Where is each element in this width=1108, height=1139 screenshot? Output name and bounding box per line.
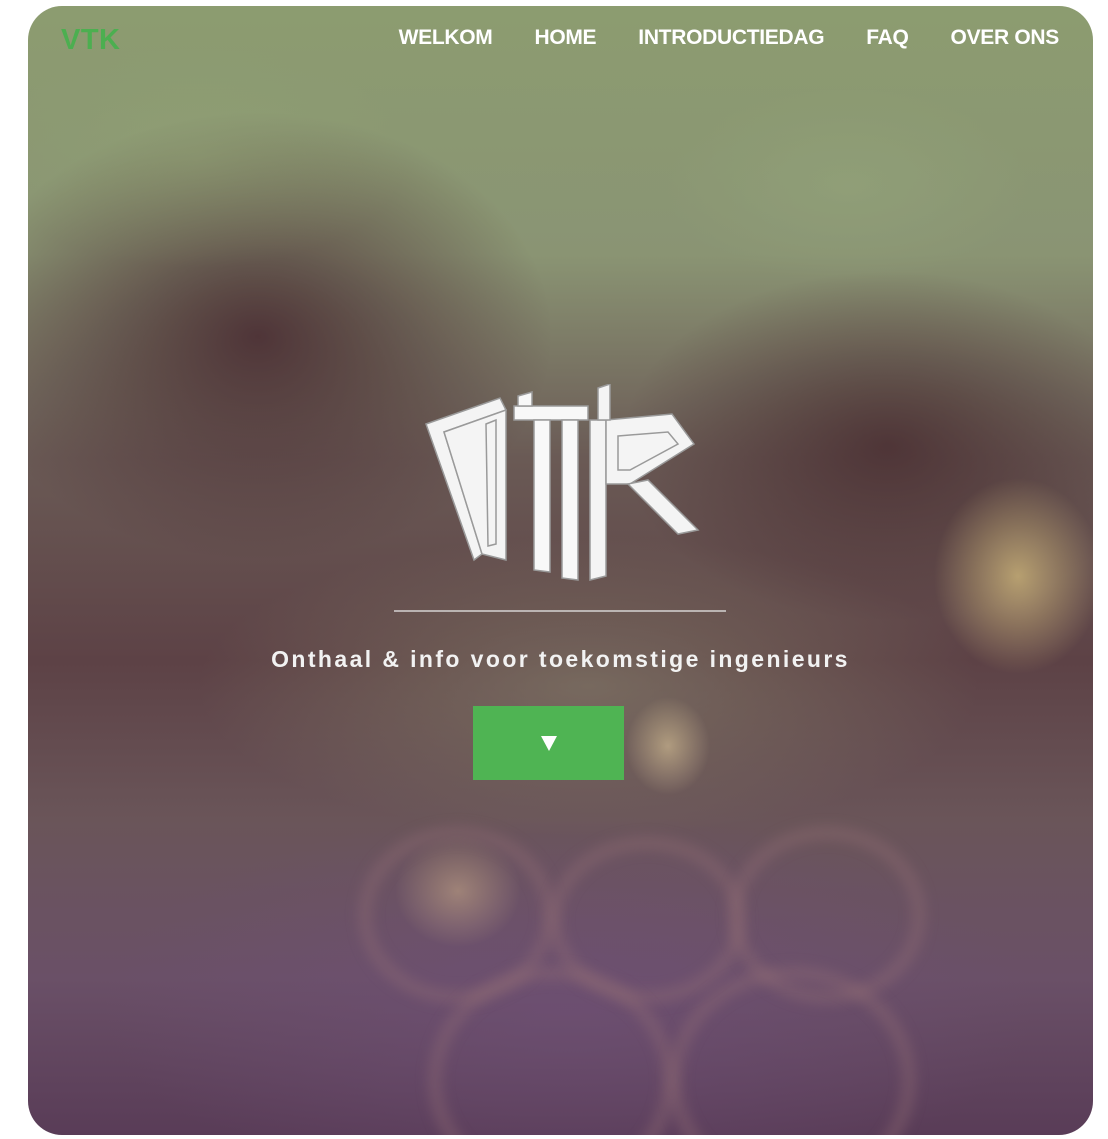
nav-link-faq[interactable]: FAQ (866, 26, 909, 50)
nav-link-welkom[interactable]: WELKOM (399, 26, 493, 50)
vtk-logo (425, 384, 700, 581)
nav-link-introductiedag[interactable]: INTRODUCTIEDAG (638, 26, 824, 50)
nav-link-home[interactable]: HOME (534, 26, 596, 50)
hero-tagline: Onthaal & info voor toekomstige ingenieu… (271, 646, 850, 672)
logo-letter-k (589, 384, 700, 581)
logo-letter-t (513, 391, 589, 581)
scroll-down-button[interactable] (473, 706, 624, 780)
nav-links: WELKOM HOME INTRODUCTIEDAG FAQ OVER ONS (357, 26, 1060, 50)
nav-link-over-ons[interactable]: OVER ONS (951, 26, 1060, 50)
logo-letter-v (425, 397, 508, 562)
hero-divider (394, 610, 726, 612)
hero-section: VTK WELKOM HOME INTRODUCTIEDAG FAQ OVER … (28, 6, 1093, 1135)
triangle-down-icon (540, 735, 557, 751)
brand-logo-link[interactable]: VTK (61, 24, 121, 57)
top-navbar: VTK WELKOM HOME INTRODUCTIEDAG FAQ OVER … (28, 6, 1093, 76)
